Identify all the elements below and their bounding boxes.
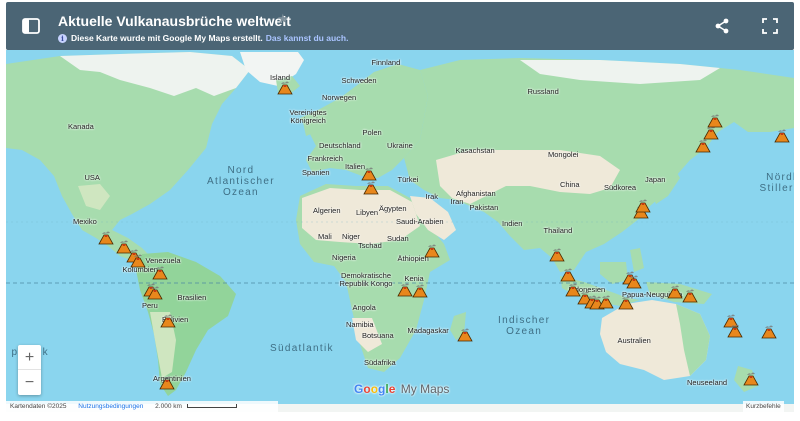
country-label: Russland — [527, 87, 559, 96]
map-title: Aktuelle Vulkanausbrüche weltweit — [58, 13, 291, 29]
country-label: Namibia — [346, 320, 374, 329]
volcano-marker-icon[interactable] — [457, 326, 473, 342]
ocean-label: Südatlantik — [270, 342, 334, 354]
volcano-marker-icon[interactable] — [397, 281, 413, 297]
volcano-marker-icon[interactable] — [774, 127, 790, 143]
info-link[interactable]: Das kannst du auch. — [266, 33, 349, 43]
bottom-strip — [0, 412, 800, 421]
country-label: Saudi-Arabien — [396, 217, 444, 226]
volcano-marker-icon[interactable] — [412, 282, 428, 298]
country-label: Vereinigtes Königreich — [289, 108, 327, 125]
volcano-marker-icon[interactable] — [549, 246, 565, 262]
country-label: Südafrika — [364, 358, 396, 367]
volcano-marker-icon[interactable] — [743, 370, 759, 386]
map-header: Aktuelle Vulkanausbrüche weltweit ★ i Di… — [6, 2, 794, 50]
info-icon: i — [58, 33, 67, 43]
volcano-marker-icon[interactable] — [618, 294, 634, 310]
country-label: Neuseeland — [687, 378, 728, 387]
zoom-in-button[interactable]: + — [18, 345, 41, 370]
country-label: Brasilien — [177, 293, 207, 302]
country-label: China — [560, 180, 580, 189]
country-label: Kanada — [68, 122, 94, 131]
my-maps-app: Aktuelle Vulkanausbrüche weltweit ★ i Di… — [0, 0, 800, 421]
country-label: Thailand — [543, 226, 573, 235]
country-label: Finnland — [371, 58, 401, 67]
country-label: Frankreich — [307, 154, 343, 163]
country-label: Japan — [645, 175, 666, 184]
panel-icon[interactable] — [22, 18, 40, 34]
country-label: Mexiko — [73, 217, 97, 226]
shortcuts-link[interactable]: Kurzbefehle — [743, 401, 784, 412]
map-footer: Kartendaten ©2025 Nutzungsbedingungen 2.… — [6, 401, 278, 412]
country-label: Deutschland — [319, 141, 361, 150]
country-label: Sudan — [387, 234, 409, 243]
country-label: Australien — [617, 336, 651, 345]
star-icon[interactable]: ★ — [277, 11, 289, 27]
world-map-svg — [6, 52, 794, 412]
volcano-marker-icon[interactable] — [424, 242, 440, 258]
country-label: Mali — [318, 232, 332, 241]
volcano-marker-icon[interactable] — [152, 264, 168, 280]
country-label: Pakistan — [469, 203, 499, 212]
volcano-marker-icon[interactable] — [761, 323, 777, 339]
volcano-marker-icon[interactable] — [160, 312, 176, 328]
country-label: Kasachstan — [455, 146, 495, 155]
country-label: Irak — [425, 192, 439, 201]
country-label: Polen — [362, 128, 382, 137]
info-text: Diese Karte wurde mit Google My Maps ers… — [71, 33, 263, 43]
volcano-marker-icon[interactable] — [159, 374, 175, 390]
volcano-marker-icon[interactable] — [277, 79, 293, 95]
ocean-label: Indischer Ozean — [498, 315, 551, 337]
scale-bar — [186, 404, 237, 409]
volcano-marker-icon[interactable] — [98, 229, 114, 245]
country-label: Mongolei — [548, 150, 579, 159]
logo-product: My Maps — [400, 382, 450, 396]
country-label: Norwegen — [322, 93, 357, 102]
ocean-label: Nördli Stiller O — [759, 172, 795, 194]
country-label: Türkei — [397, 175, 419, 184]
country-label: Botsuana — [362, 331, 394, 340]
country-label: Nigeria — [332, 253, 356, 262]
country-label: Schweden — [341, 76, 377, 85]
volcano-marker-icon[interactable] — [363, 179, 379, 195]
fullscreen-icon[interactable] — [760, 16, 780, 36]
country-label: Indien — [502, 219, 523, 228]
country-label: Peru — [142, 301, 158, 310]
scale-text[interactable]: 2.000 km — [155, 403, 182, 410]
share-icon[interactable] — [712, 16, 732, 36]
volcano-marker-icon[interactable] — [130, 252, 146, 268]
volcano-marker-icon[interactable] — [667, 283, 683, 299]
attribution-text: Kartendaten ©2025 — [10, 403, 67, 410]
zoom-control: + − — [18, 345, 41, 395]
country-label: Tschad — [358, 241, 382, 250]
terms-link[interactable]: Nutzungsbedingungen — [78, 403, 143, 410]
volcano-marker-icon[interactable] — [635, 197, 651, 213]
country-label: Niger — [342, 232, 360, 241]
info-line: i Diese Karte wurde mit Google My Maps e… — [58, 33, 348, 43]
google-my-maps-logo: Google My Maps — [354, 382, 450, 396]
country-label: Demokratische Republik Kongo — [339, 271, 393, 288]
volcano-marker-icon[interactable] — [598, 293, 614, 309]
volcano-marker-icon[interactable] — [560, 266, 576, 282]
country-label: Iran — [450, 197, 464, 206]
country-label: Ukraine — [387, 141, 413, 150]
volcano-marker-icon[interactable] — [707, 112, 723, 128]
country-label: Libyen — [356, 208, 379, 217]
volcano-marker-icon[interactable] — [626, 273, 642, 289]
volcano-marker-icon[interactable] — [147, 284, 163, 300]
volcano-marker-icon[interactable] — [727, 322, 743, 338]
country-label: Ägypten — [379, 204, 407, 213]
zoom-out-button[interactable]: − — [18, 370, 41, 395]
country-label: USA — [84, 173, 100, 182]
country-label: Madagaskar — [407, 326, 449, 335]
country-label: Südkorea — [604, 183, 637, 192]
volcano-marker-icon[interactable] — [682, 287, 698, 303]
country-label: Algerien — [313, 206, 341, 215]
map-canvas[interactable]: Island Finnland Schweden Norwegen Russland Ve… — [6, 50, 794, 412]
country-label: Angola — [352, 303, 376, 312]
country-label: Spanien — [302, 168, 330, 177]
ocean-label: Nord Atlantischer Ozean — [207, 164, 275, 198]
